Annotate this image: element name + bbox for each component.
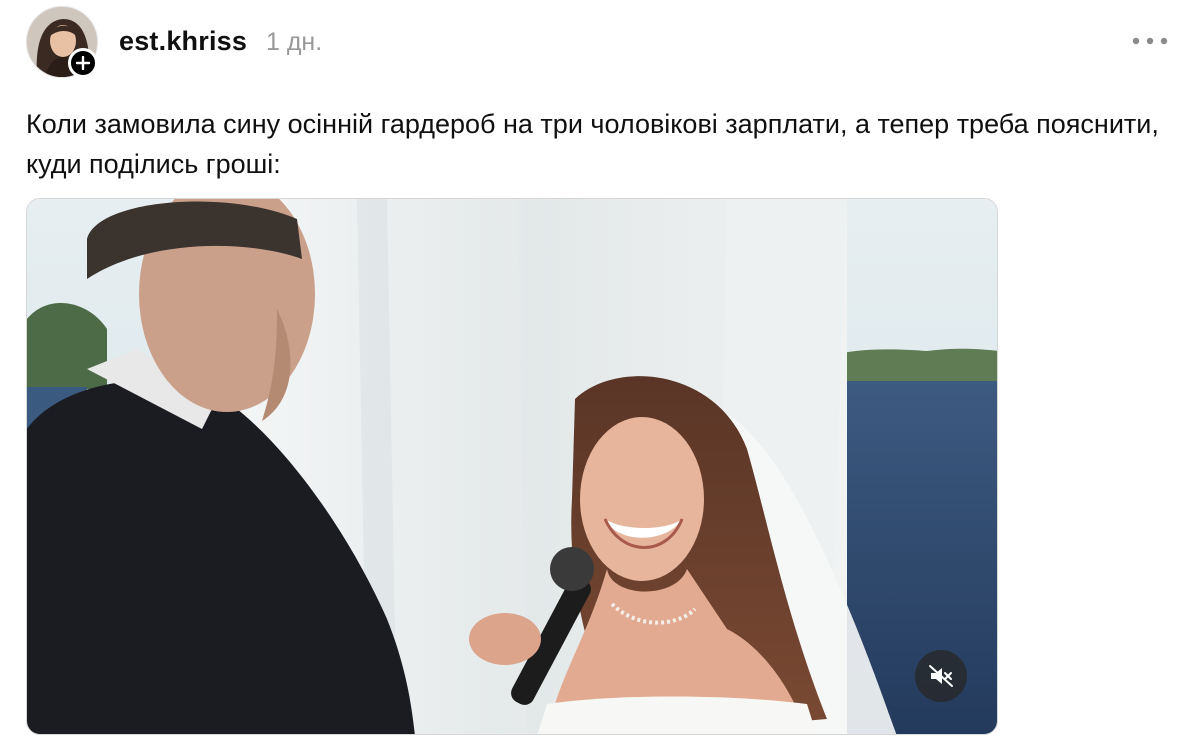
thread-post: est.khriss 1 дн. Коли замовила сину осін… (0, 0, 1200, 755)
more-horizontal-icon (1132, 37, 1168, 45)
more-options-button[interactable] (1128, 24, 1172, 58)
follow-button[interactable] (68, 48, 98, 78)
avatar-container (26, 6, 98, 78)
plus-icon (76, 56, 90, 70)
post-video[interactable] (26, 198, 998, 735)
mute-toggle-button[interactable] (915, 650, 967, 702)
video-frame (27, 199, 997, 734)
username-link[interactable]: est.khriss (119, 26, 247, 57)
speaker-muted-icon (929, 665, 953, 687)
post-caption: Коли замовила сину осінній гардероб на т… (26, 109, 1159, 179)
post-timestamp[interactable]: 1 дн. (266, 28, 322, 57)
